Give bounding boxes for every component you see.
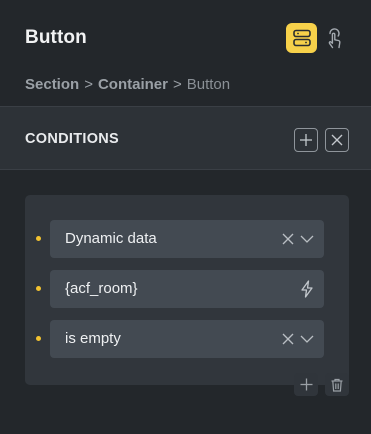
close-conditions-button[interactable] bbox=[325, 128, 349, 152]
chevron-down-icon[interactable] bbox=[300, 334, 314, 344]
breadcrumb: Section > Container > Button bbox=[25, 76, 230, 93]
delete-condition-button[interactable] bbox=[325, 373, 349, 396]
input-value: {acf_room} bbox=[65, 280, 138, 297]
element-title: Button bbox=[25, 27, 87, 48]
condition-group: Dynamic data {acf_room} is empty bbox=[25, 195, 349, 385]
condition-row: Dynamic data bbox=[25, 220, 349, 258]
bolt-icon[interactable] bbox=[300, 280, 314, 298]
section-title: CONDITIONS bbox=[25, 131, 120, 147]
interaction-button[interactable] bbox=[321, 25, 347, 51]
breadcrumb-item-button: Button bbox=[186, 76, 231, 93]
condition-bullet bbox=[36, 236, 41, 241]
compare-operator-select[interactable]: is empty bbox=[50, 320, 324, 358]
breadcrumb-item-section[interactable]: Section bbox=[25, 76, 79, 93]
layout-toggle-icon bbox=[292, 28, 312, 48]
dynamic-tag-input[interactable]: {acf_room} bbox=[50, 270, 324, 308]
close-icon bbox=[330, 133, 344, 147]
condition-row: is empty bbox=[25, 320, 349, 358]
panel-header: Button Section > Container > Button bbox=[0, 0, 371, 106]
conditions-panel: Button Section > Container > Button COND… bbox=[0, 0, 371, 434]
clear-icon[interactable] bbox=[282, 333, 294, 345]
condition-bullet bbox=[36, 286, 41, 291]
hand-pointer-icon bbox=[324, 27, 344, 49]
condition-row: {acf_room} bbox=[25, 270, 349, 308]
clear-icon[interactable] bbox=[282, 233, 294, 245]
trash-icon bbox=[331, 378, 343, 392]
breadcrumb-separator: > bbox=[84, 76, 93, 93]
breadcrumb-item-container[interactable]: Container bbox=[98, 76, 168, 93]
breadcrumb-separator: > bbox=[172, 76, 182, 93]
add-condition-group-button[interactable] bbox=[294, 128, 318, 152]
chevron-down-icon[interactable] bbox=[300, 234, 314, 244]
dynamic-data-select[interactable]: Dynamic data bbox=[50, 220, 324, 258]
add-condition-button[interactable] bbox=[294, 373, 318, 396]
select-value: Dynamic data bbox=[65, 230, 157, 247]
plus-icon bbox=[299, 133, 313, 147]
condition-bullet bbox=[36, 336, 41, 341]
conditions-section-header[interactable]: CONDITIONS bbox=[0, 106, 371, 170]
select-value: is empty bbox=[65, 330, 121, 347]
plus-icon bbox=[300, 378, 313, 391]
layout-toggle-button[interactable] bbox=[286, 23, 317, 53]
